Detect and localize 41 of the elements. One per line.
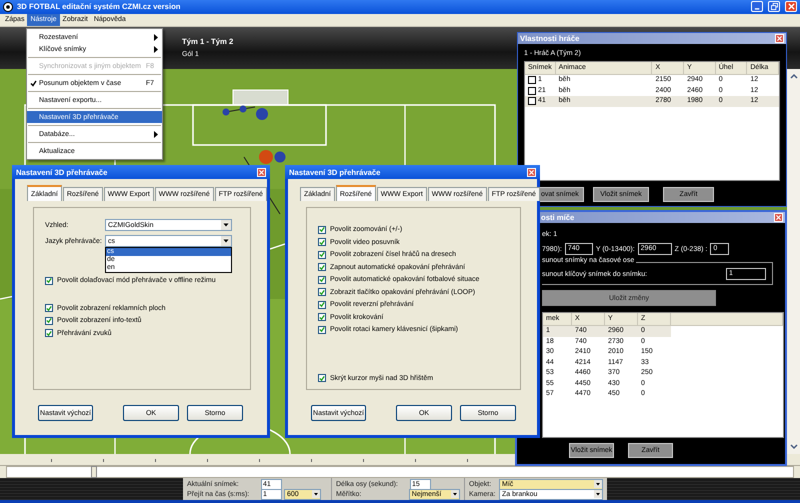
checkbox[interactable] [528, 76, 536, 84]
checkbox[interactable] [318, 226, 326, 234]
checkbox[interactable] [45, 276, 53, 285]
close-button[interactable] [785, 1, 797, 12]
scrollbar[interactable] [787, 68, 800, 454]
restore-button[interactable] [768, 1, 780, 12]
checkbox[interactable] [528, 86, 536, 95]
caret-icon [312, 490, 320, 498]
close-icon [529, 170, 534, 174]
timeline-handle[interactable] [91, 466, 97, 478]
checkbox[interactable] [318, 374, 326, 382]
checkbox[interactable] [528, 97, 536, 106]
checkbox[interactable] [318, 238, 326, 246]
close-icon [788, 3, 794, 10]
close-icon [777, 36, 782, 41]
ball-icon [3, 2, 13, 12]
close-button[interactable] [774, 213, 783, 222]
restore-icon [770, 3, 778, 10]
checkbox[interactable] [318, 300, 326, 309]
checkbox[interactable] [318, 313, 326, 322]
close-icon [776, 215, 781, 220]
close-button[interactable] [257, 168, 266, 176]
scroll-up-icon[interactable] [790, 72, 798, 79]
checkbox[interactable] [318, 276, 326, 284]
close-icon [259, 170, 264, 174]
checkbox[interactable] [45, 329, 53, 338]
checkbox[interactable] [45, 304, 53, 312]
minimize-button[interactable] [751, 1, 763, 12]
close-button[interactable] [775, 34, 784, 43]
timeline-track[interactable] [6, 466, 794, 478]
checkbox[interactable] [318, 263, 326, 272]
checkbox[interactable] [318, 250, 326, 259]
caret-icon [221, 220, 231, 230]
caret-icon [594, 480, 602, 488]
scroll-down-icon[interactable] [790, 444, 798, 450]
caret-icon [594, 490, 602, 498]
checkbox[interactable] [45, 316, 53, 325]
caret-icon [451, 490, 459, 498]
checkbox[interactable] [318, 326, 326, 334]
close-button[interactable] [527, 168, 536, 176]
checkbox[interactable] [318, 288, 326, 296]
